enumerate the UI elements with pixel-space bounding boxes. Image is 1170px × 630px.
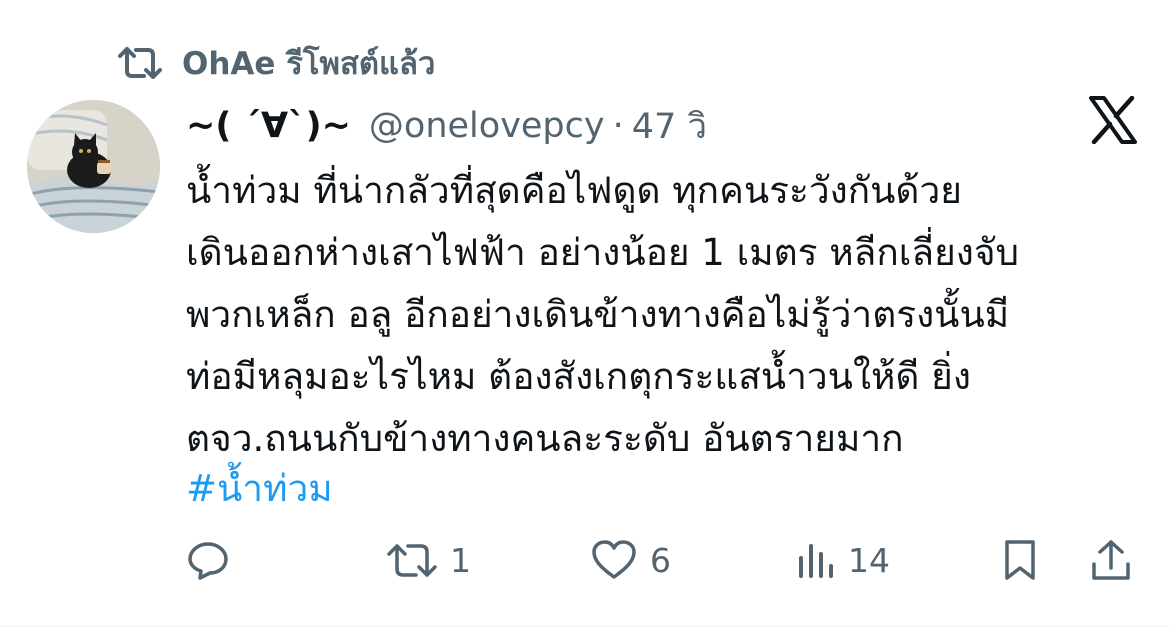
heart-icon (590, 538, 638, 582)
views-chart-icon (796, 538, 836, 582)
reply-button[interactable] (186, 530, 230, 590)
avatar[interactable] (27, 100, 160, 233)
bookmark-icon (1002, 538, 1038, 582)
repost-button[interactable]: 1 (386, 530, 471, 590)
timestamp[interactable]: 47 วิ (632, 99, 707, 154)
tweet-line: น้ำท่วม ที่น่ากลัวที่สุดคือไฟดูด ทุกคนระ… (186, 169, 962, 212)
hashtag-link[interactable]: #น้ำท่วม (186, 458, 333, 520)
tweet-header: ~( ´∀`)~ @onelovepcy · 47 วิ (186, 98, 707, 154)
repost-context[interactable]: OhAe รีโพสต์แล้ว (118, 40, 435, 86)
tweet-card[interactable]: OhAe รีโพสต์แล้ว ~( ´∀`)~ @onelovepcy · … (0, 0, 1170, 630)
display-name[interactable]: ~( ´∀`)~ (186, 106, 351, 146)
views-count: 14 (848, 540, 890, 580)
share-icon (1090, 538, 1132, 582)
tweet-line: ท่อมีหลุมอะไรไหม ต้องสังเกตุกระแสน้ำวนให… (186, 355, 971, 398)
tweet-line: พวกเหล็ก อลู อีกอย่างเดินข้างทางคือไม่รู… (186, 293, 1010, 336)
divider (0, 626, 1170, 627)
tweet-line: เดินออกห่างเสาไฟฟ้า อย่างน้อย 1 เมตร หลี… (186, 231, 1019, 274)
separator-dot: · (612, 106, 624, 146)
tweet-text: น้ำท่วม ที่น่ากลัวที่สุดคือไฟดูด ทุกคนระ… (186, 160, 1146, 470)
repost-icon (118, 43, 162, 83)
bookmark-button[interactable] (1002, 530, 1038, 590)
cat-in-bed-avatar (27, 100, 160, 233)
action-bar: 1 6 14 (186, 530, 1136, 590)
user-handle[interactable]: @onelovepcy (369, 106, 605, 146)
views-button[interactable]: 14 (796, 530, 890, 590)
x-logo-icon (1088, 95, 1138, 145)
share-button[interactable] (1090, 530, 1132, 590)
repost-icon (386, 538, 438, 582)
reply-icon (186, 538, 230, 582)
repost-text: OhAe รีโพสต์แล้ว (182, 46, 436, 82)
like-button[interactable]: 6 (590, 530, 671, 590)
repost-count: 1 (450, 540, 471, 580)
like-count: 6 (650, 540, 671, 580)
